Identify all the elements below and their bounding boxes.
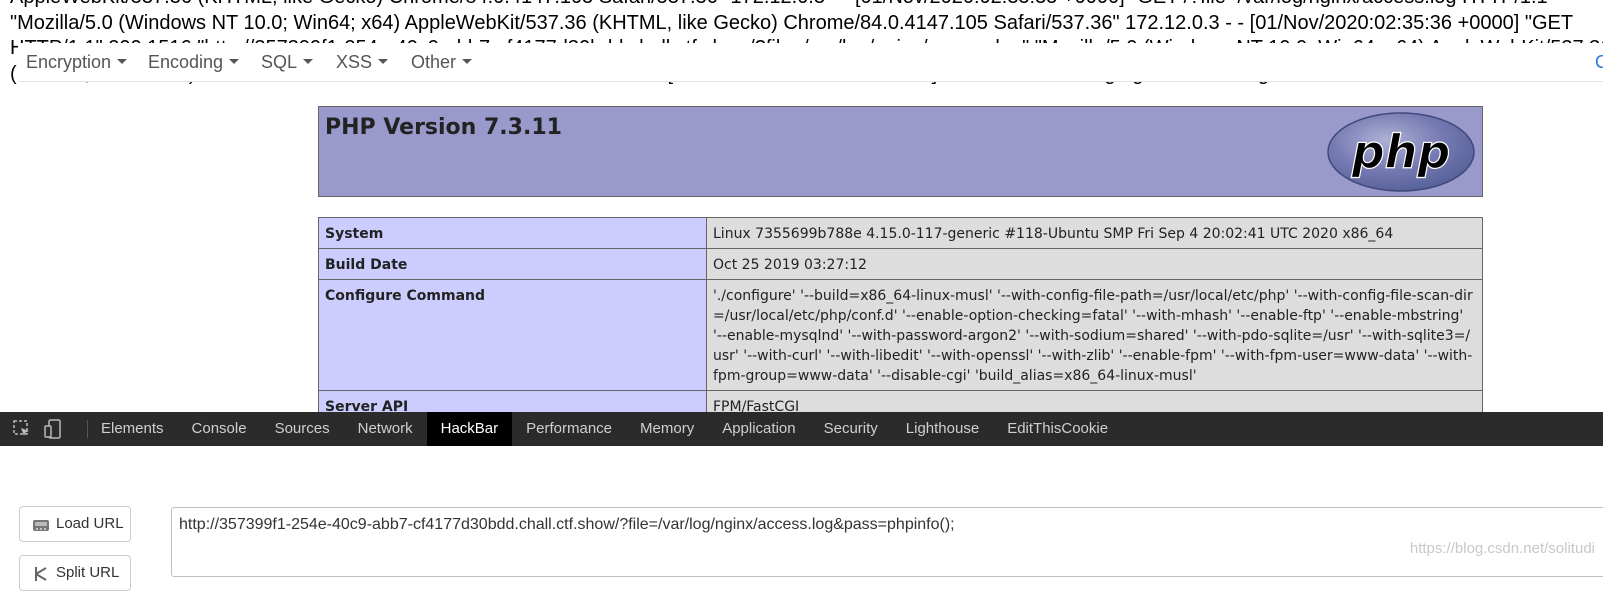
url-value: http://357399f1-254e-40c9-abb7-cf4177d30… bbox=[179, 516, 955, 533]
row-value: FPM/FastCGI bbox=[706, 390, 1483, 412]
row-key: Configure Command bbox=[318, 279, 707, 391]
phpinfo-header: PHP Version 7.3.11 php bbox=[318, 106, 1483, 197]
url-textarea[interactable]: http://357399f1-254e-40c9-abb7-cf4177d30… bbox=[171, 507, 1603, 577]
chevron-down-icon bbox=[378, 58, 389, 64]
tab-hackbar[interactable]: HackBar bbox=[426, 412, 513, 446]
row-value: './configure' '--build=x86_64-linux-musl… bbox=[706, 279, 1483, 391]
tab-security[interactable]: Security bbox=[810, 412, 892, 446]
table-row: Configure Command './configure' '--build… bbox=[318, 279, 1483, 391]
load-url-label: Load URL bbox=[56, 515, 124, 532]
phpinfo-table: System Linux 7355699b788e 4.15.0-117-gen… bbox=[318, 217, 1483, 412]
split-url-button[interactable]: Split URL bbox=[19, 555, 131, 591]
devtools-tabbar: Elements Console Sources Network HackBar… bbox=[0, 412, 1603, 446]
inspect-element-icon[interactable] bbox=[12, 419, 32, 439]
row-key: Server API bbox=[318, 390, 707, 412]
menu-other[interactable]: Other bbox=[411, 52, 473, 73]
menu-label: SQL bbox=[261, 52, 298, 72]
row-key: System bbox=[318, 217, 707, 249]
tab-elements[interactable]: Elements bbox=[87, 412, 178, 446]
table-row: Build Date Oct 25 2019 03:27:12 bbox=[318, 248, 1483, 280]
menu-label: Encryption bbox=[26, 52, 112, 72]
load-url-button[interactable]: Load URL bbox=[19, 506, 131, 542]
tab-lighthouse[interactable]: Lighthouse bbox=[892, 412, 993, 446]
devtools-tabs: Elements Console Sources Network HackBar… bbox=[87, 412, 1122, 446]
log-line: "Mozilla/5.0 (Windows NT 10.0; Win64; x6… bbox=[10, 11, 1574, 34]
table-row: System Linux 7355699b788e 4.15.0-117-gen… bbox=[318, 217, 1483, 249]
row-key: Build Date bbox=[318, 248, 707, 280]
split-url-icon bbox=[35, 567, 47, 581]
menu-xss[interactable]: XSS bbox=[336, 52, 389, 73]
table-row: Server API FPM/FastCGI bbox=[318, 390, 1483, 412]
tab-network[interactable]: Network bbox=[344, 412, 427, 446]
chevron-down-icon bbox=[117, 58, 128, 64]
split-url-label: Split URL bbox=[56, 564, 120, 581]
menu-right-link[interactable]: Co bbox=[1595, 52, 1603, 73]
watermark: https://blog.csdn.net/solitudi bbox=[1409, 540, 1595, 557]
menu-label: Other bbox=[411, 52, 457, 72]
menu-sql[interactable]: SQL bbox=[261, 52, 314, 73]
menu-label: Encoding bbox=[148, 52, 224, 72]
tab-application[interactable]: Application bbox=[708, 412, 809, 446]
tab-console[interactable]: Console bbox=[178, 412, 261, 446]
chevron-down-icon bbox=[303, 58, 314, 64]
php-logo-text: php bbox=[1351, 125, 1451, 179]
menu-encoding[interactable]: Encoding bbox=[148, 52, 240, 73]
tab-memory[interactable]: Memory bbox=[626, 412, 708, 446]
menu-encryption[interactable]: Encryption bbox=[26, 52, 128, 73]
chevron-down-icon bbox=[462, 58, 473, 64]
tab-performance[interactable]: Performance bbox=[512, 412, 626, 446]
row-value: Linux 7355699b788e 4.15.0-117-generic #1… bbox=[706, 217, 1483, 249]
tab-sources[interactable]: Sources bbox=[261, 412, 344, 446]
row-value: Oct 25 2019 03:27:12 bbox=[706, 248, 1483, 280]
menu-label: XSS bbox=[336, 52, 373, 72]
hackbar-menu: Encryption Encoding SQL XSS Other Co bbox=[18, 43, 1603, 82]
php-logo: php bbox=[1327, 112, 1475, 192]
chevron-down-icon bbox=[229, 58, 240, 64]
tab-editthiscookie[interactable]: EditThisCookie bbox=[993, 412, 1122, 446]
php-version-title: PHP Version 7.3.11 bbox=[325, 115, 562, 140]
device-toolbar-icon[interactable] bbox=[44, 419, 64, 439]
load-url-icon bbox=[33, 520, 49, 531]
log-line: AppleWebKit/537.36 (KHTML, like Gecko) C… bbox=[10, 0, 1603, 11]
